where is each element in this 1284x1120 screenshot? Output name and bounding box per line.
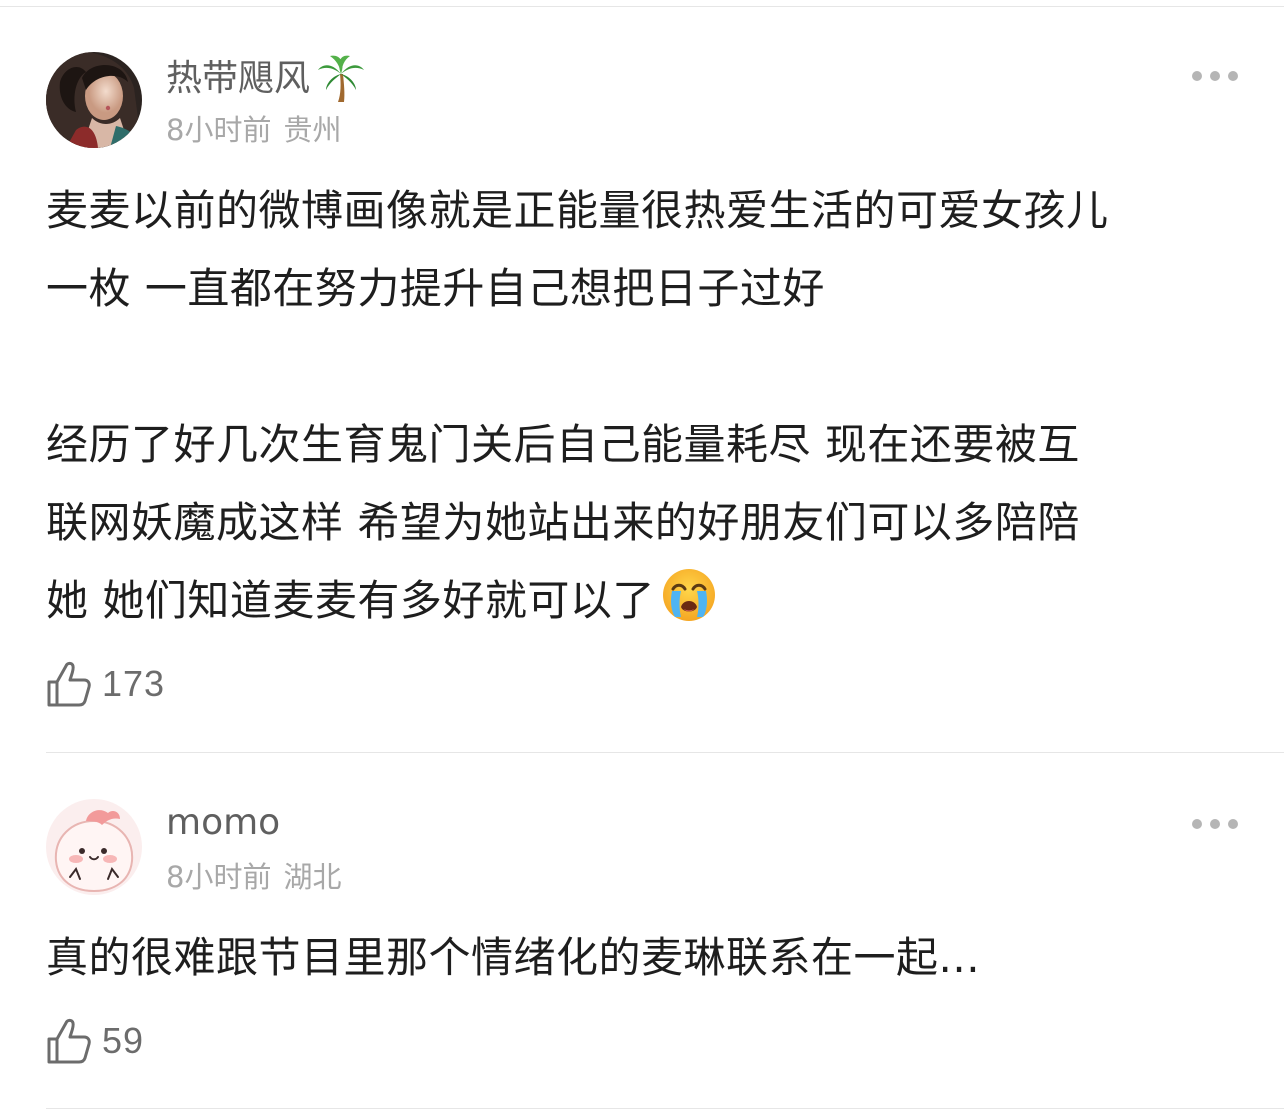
comment-line: 真的很难跟节目里那个情绪化的麦琳联系在一起... (46, 933, 981, 982)
avatar-hot-storm[interactable] (46, 52, 142, 148)
more-dots-icon[interactable] (1192, 70, 1238, 82)
author-name[interactable]: 热带飓风 (166, 57, 310, 101)
comment-meta: 8小时前 湖北 (166, 859, 341, 895)
comment-line: 麦麦以前的微博画像就是正能量很热爱生活的可爱女孩儿 (46, 186, 1109, 235)
thumbs-up-outline-icon (47, 661, 91, 707)
comment-2: momo 8小时前 湖北 真的很难跟节目里那个情绪化的麦琳联系在一起... 59 (0, 753, 1284, 1108)
like-count: 173 (102, 663, 166, 704)
loudly-crying-face-icon (661, 567, 717, 648)
comment-time: 8小时前 (166, 113, 272, 147)
like-count: 59 (102, 1020, 145, 1061)
bottom-divider (46, 1108, 1284, 1109)
comment-author[interactable]: 热带飓风 (166, 54, 366, 104)
comment-location: 湖北 (283, 860, 342, 894)
comment-location: 贵州 (283, 113, 342, 147)
comment-line: 一枚 一直都在努力提升自己想把日子过好 (46, 264, 825, 313)
thumbs-up-outline-icon (47, 1018, 91, 1064)
avatar-momo[interactable] (46, 799, 142, 895)
comment-line: 经历了好几次生育鬼门关后自己能量耗尽 现在还要被互 (46, 420, 1080, 469)
comment-line-last: 她 她们知道麦麦有多好就可以了 (46, 562, 1246, 648)
comment-body: 真的很难跟节目里那个情绪化的麦琳联系在一起... (46, 919, 1246, 997)
comment-line: 联网妖魔成这样 希望为她站出来的好朋友们可以多陪陪 (46, 498, 1080, 547)
like-button[interactable]: 173 (46, 660, 165, 708)
author-name[interactable]: momo (166, 801, 280, 845)
palm-tree-icon (316, 54, 366, 104)
comment-line-text: 她 她们知道麦麦有多好就可以了 (46, 576, 655, 625)
more-dots-icon[interactable] (1192, 818, 1238, 830)
comment-meta: 8小时前 贵州 (166, 112, 341, 148)
comment-1: 热带飓风 8小时前 贵州 麦麦以前的微博画像就是正能量很热爱生活的可爱女孩儿 一枚… (0, 0, 1284, 752)
comment-time: 8小时前 (166, 860, 272, 894)
comment-author[interactable]: momo (166, 801, 280, 845)
like-button[interactable]: 59 (46, 1017, 144, 1065)
comment-body: 麦麦以前的微博画像就是正能量很热爱生活的可爱女孩儿 一枚 一直都在努力提升自己想… (46, 172, 1246, 648)
